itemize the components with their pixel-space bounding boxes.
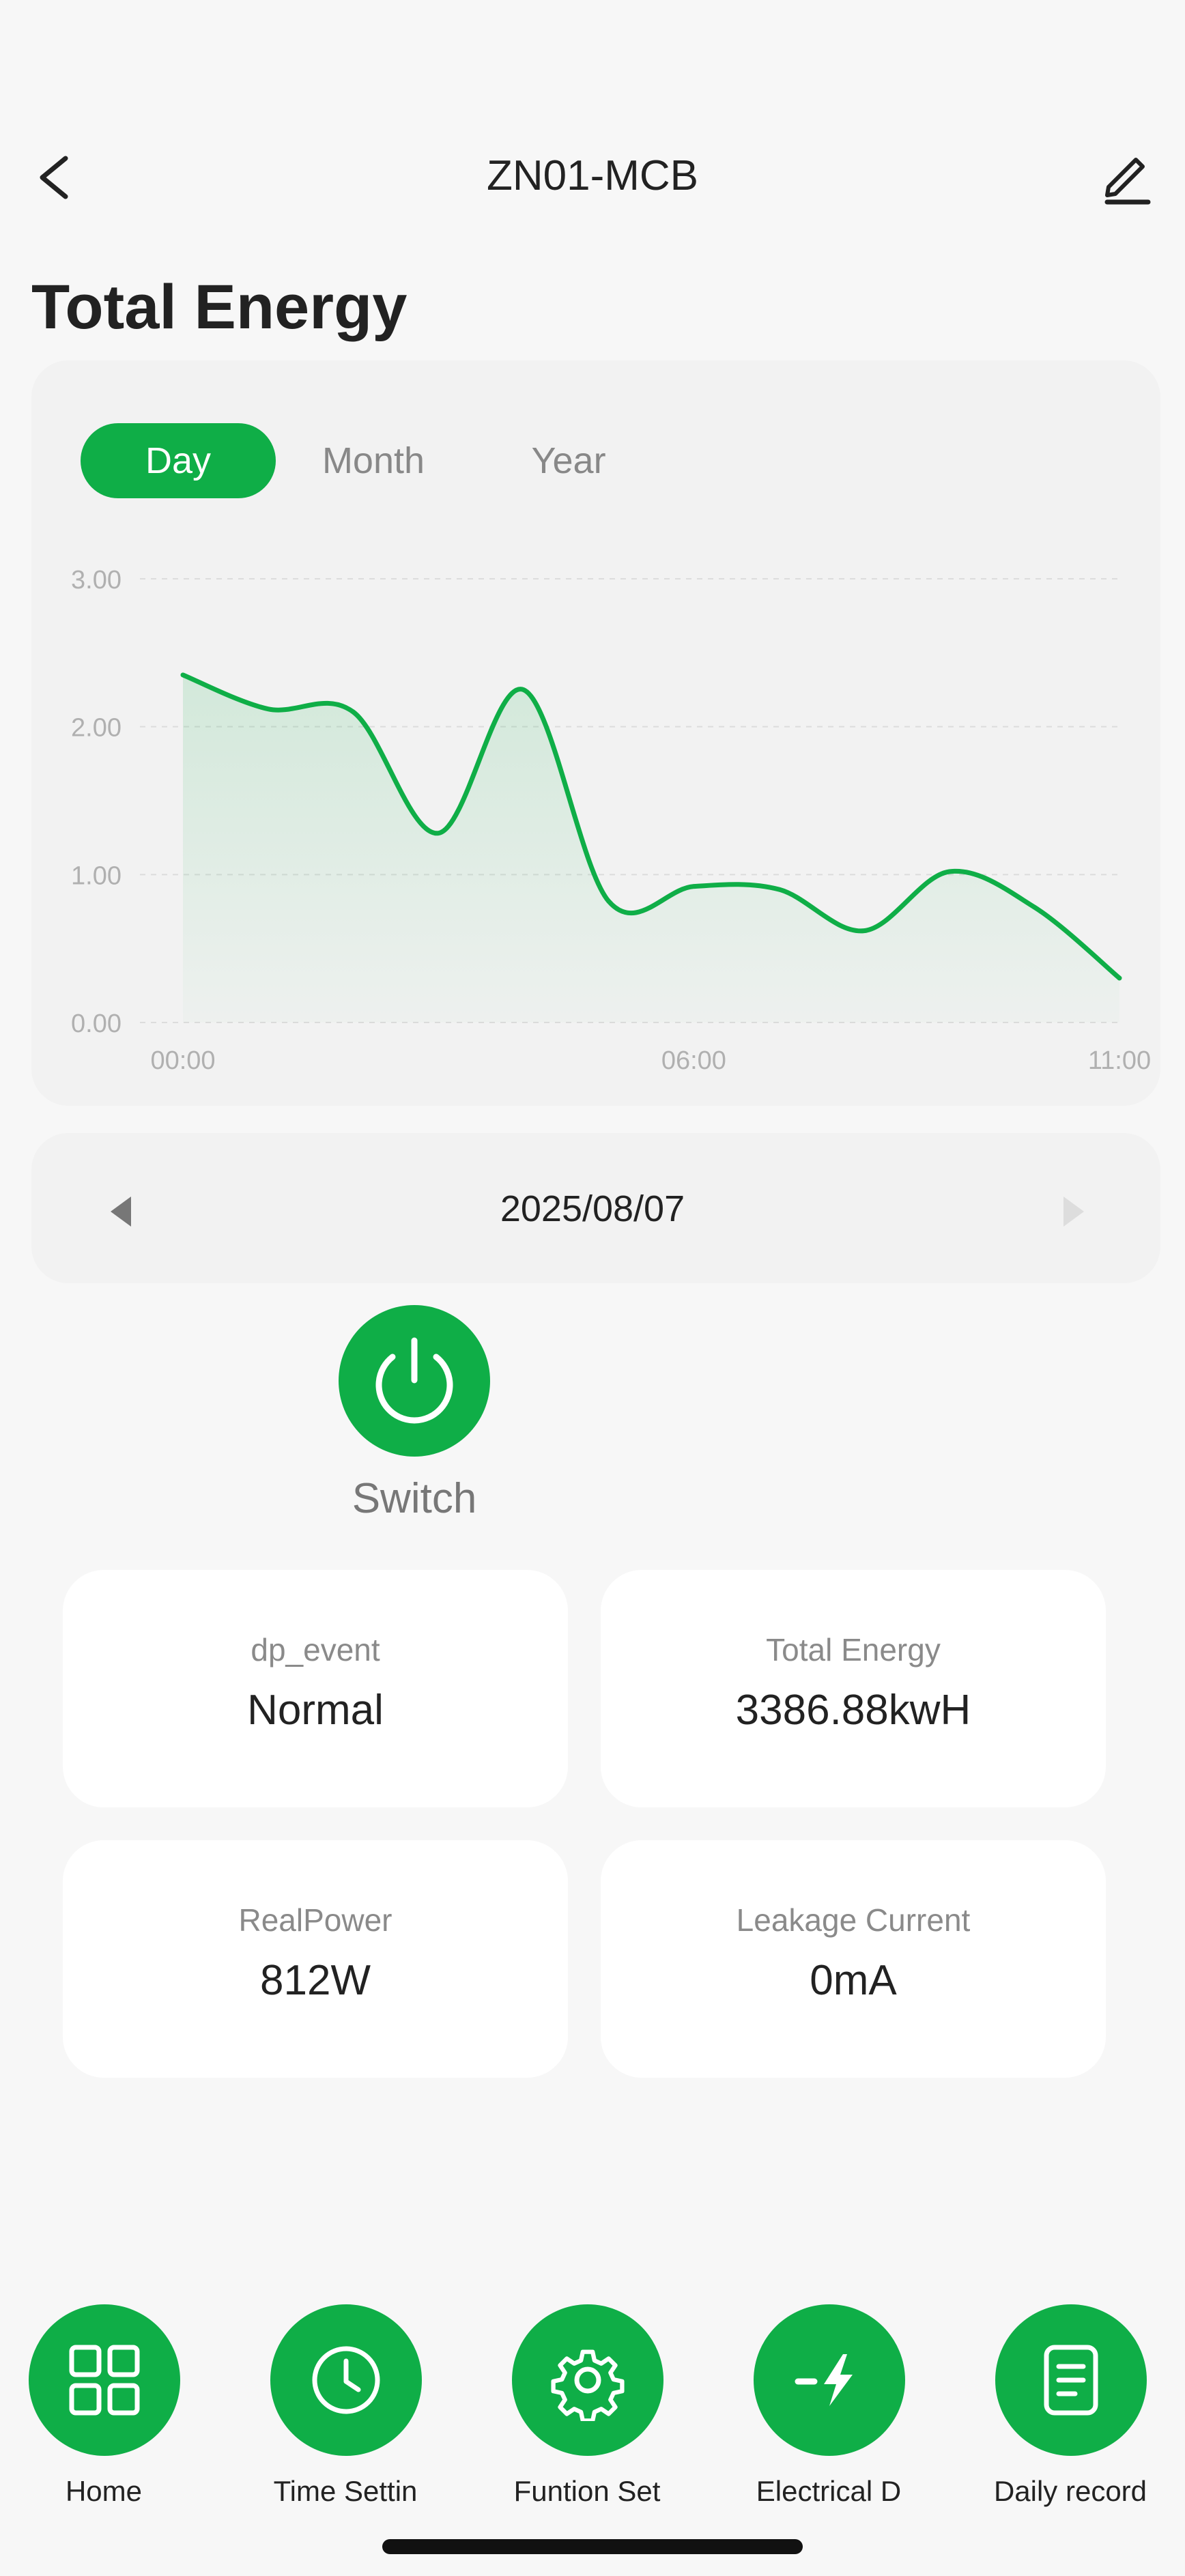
energy-area	[183, 674, 1119, 1022]
info-card-value: Normal	[247, 1687, 384, 1734]
y-tick-label: 0.00	[71, 1010, 122, 1038]
info-card-real-power: RealPower 812W	[63, 1840, 568, 2078]
info-card-label: dp_event	[251, 1632, 380, 1668]
nav-electrical-data[interactable]: Electrical D	[726, 2304, 931, 2507]
info-card-value: 0mA	[810, 1957, 897, 2004]
y-tick-label: 2.00	[71, 714, 122, 743]
switch-label: Switch	[352, 1475, 477, 1522]
power-icon	[375, 1337, 453, 1424]
next-date-button[interactable]	[1051, 1191, 1092, 1232]
switch-button[interactable]	[339, 1305, 490, 1457]
y-tick-label: 3.00	[71, 566, 122, 595]
info-card-total-energy: Total Energy 3386.88kwH	[601, 1570, 1106, 1807]
info-card-label: Leakage Current	[736, 1902, 971, 1938]
x-axis-ticks: 00:00 06:00 11:00	[150, 1046, 1151, 1075]
nav-label: Funtion Set	[513, 2475, 661, 2507]
document-icon	[1044, 2345, 1098, 2416]
triangle-right-icon	[1063, 1197, 1084, 1227]
grid-icon	[69, 2345, 140, 2416]
y-axis-ticks: 3.00 2.00 1.00 0.00	[71, 566, 122, 1038]
nav-time-settings[interactable]: Time Settin	[243, 2304, 448, 2507]
info-card-label: Total Energy	[766, 1632, 941, 1668]
gear-icon	[551, 2349, 625, 2421]
info-card-dp-event: dp_event Normal	[63, 1570, 568, 1807]
info-card-label: RealPower	[238, 1902, 392, 1938]
info-card-value: 812W	[260, 1957, 371, 2004]
home-indicator	[382, 2539, 803, 2554]
x-tick-label: 06:00	[661, 1046, 726, 1075]
nav-home[interactable]: Home	[1, 2304, 206, 2507]
nav-label: Time Settin	[273, 2475, 418, 2507]
info-card-leakage-current: Leakage Current 0mA	[601, 1840, 1106, 2078]
nav-label: Home	[65, 2475, 143, 2507]
clock-icon	[312, 2346, 380, 2414]
energy-chart: 3.00 2.00 1.00 0.00 00:00 06:00 11:00	[71, 566, 1151, 1075]
nav-daily-record[interactable]: Daily record	[968, 2304, 1173, 2507]
x-tick-label: 11:00	[1088, 1046, 1151, 1075]
lightning-icon	[795, 2354, 853, 2406]
nav-label: Electrical D	[756, 2475, 902, 2507]
x-tick-label: 00:00	[150, 1046, 215, 1075]
info-card-value: 3386.88kwH	[735, 1687, 971, 1734]
date-label: 2025/08/07	[500, 1188, 685, 1229]
nav-function-settings[interactable]: Funtion Set	[485, 2304, 689, 2507]
nav-label: Daily record	[993, 2475, 1147, 2507]
y-tick-label: 1.00	[71, 861, 122, 890]
